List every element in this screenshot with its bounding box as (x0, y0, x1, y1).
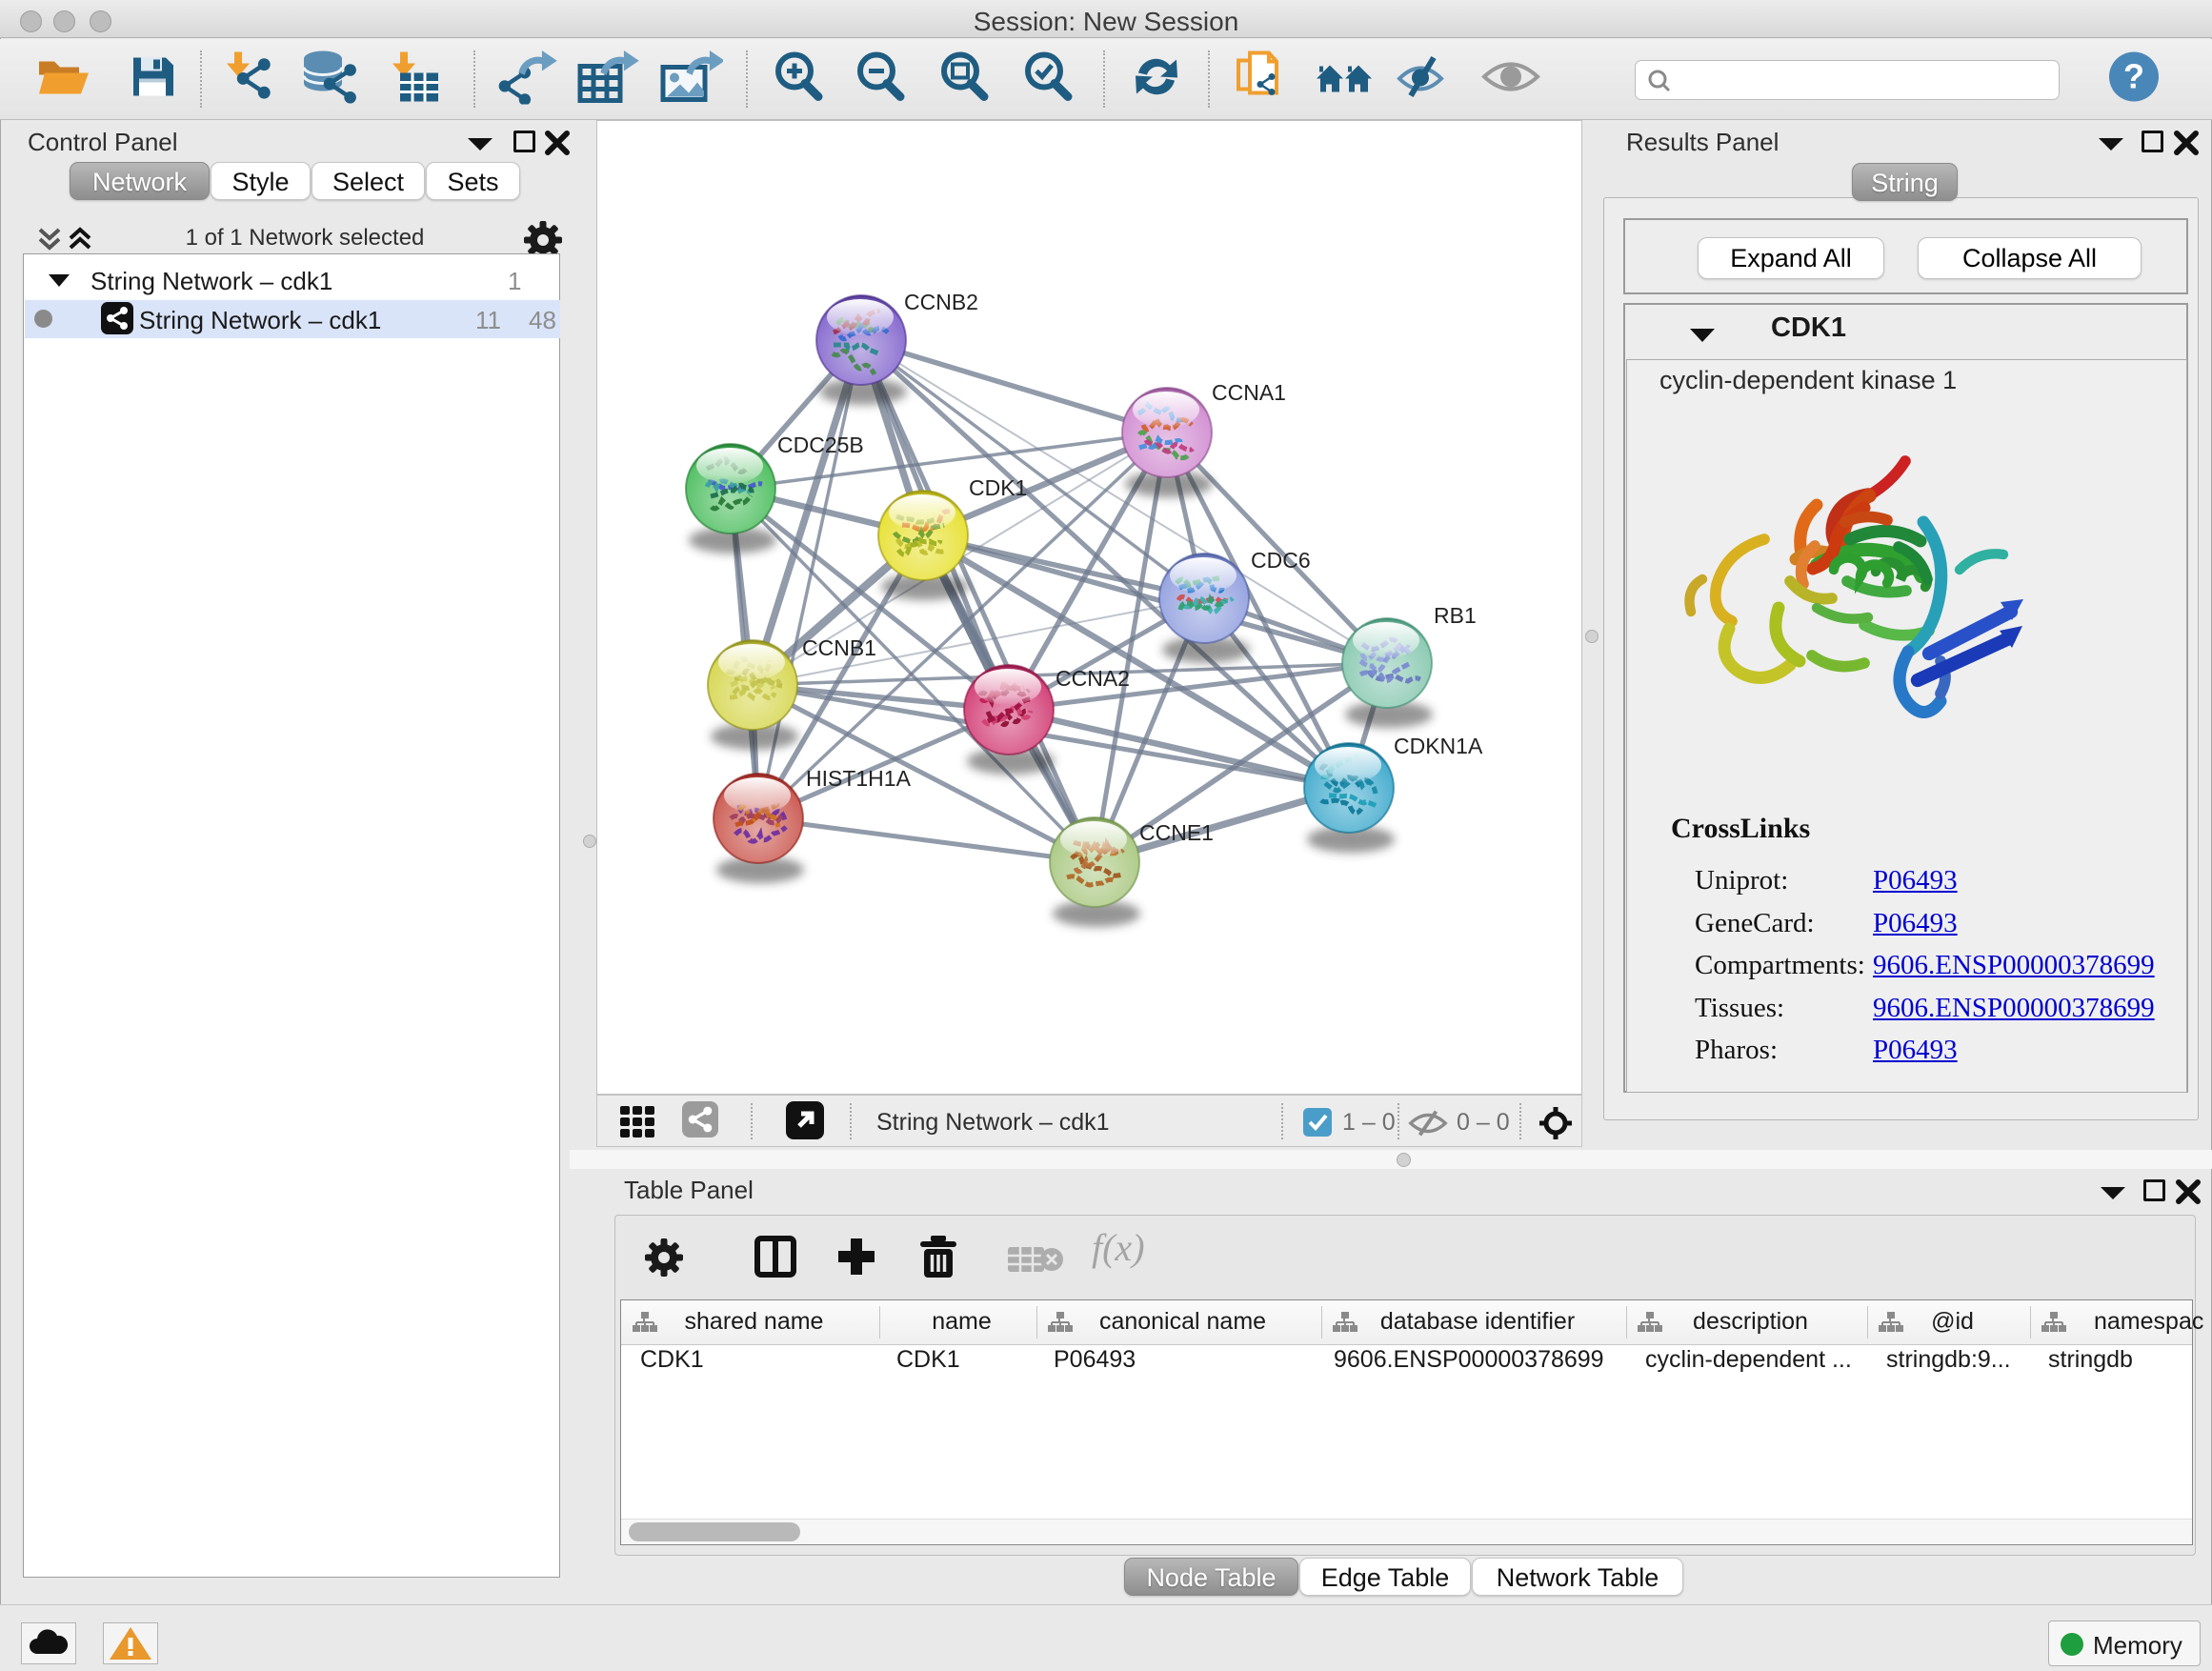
svg-text:RB1: RB1 (1434, 603, 1477, 628)
svg-text:CDC6: CDC6 (1251, 548, 1311, 573)
svg-text:HIST1H1A: HIST1H1A (806, 766, 912, 791)
svg-text:CCNA1: CCNA1 (1212, 380, 1286, 405)
svg-text:CDKN1A: CDKN1A (1394, 734, 1483, 758)
svg-text:CCNA2: CCNA2 (1056, 666, 1130, 691)
svg-text:CCNE1: CCNE1 (1139, 820, 1214, 845)
svg-text:CCNB2: CCNB2 (904, 290, 978, 314)
svg-text:CDK1: CDK1 (969, 475, 1027, 500)
svg-text:CCNB1: CCNB1 (802, 635, 876, 660)
svg-text:CDC25B: CDC25B (777, 433, 864, 457)
svg-text:?: ? (2123, 57, 2144, 96)
